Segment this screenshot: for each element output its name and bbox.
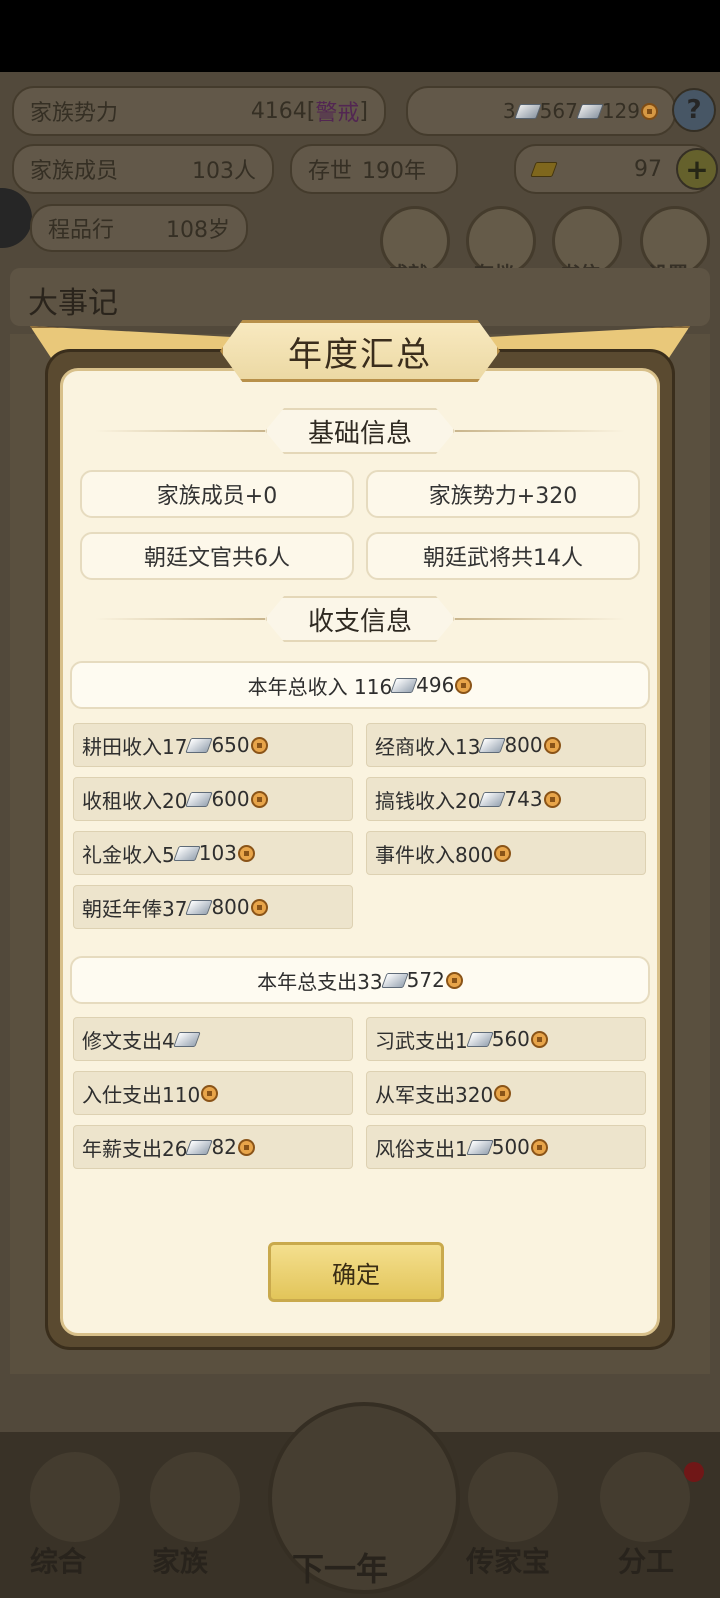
expense-total-coin: 572 (406, 968, 445, 992)
silver-ingot-icon (390, 677, 418, 693)
silver-ingot-icon (185, 899, 214, 915)
military-generals-count: 朝廷武将共14人 (366, 532, 640, 580)
coin-icon (237, 844, 255, 862)
coin-icon (250, 790, 268, 808)
rent-income-label: 收租收入20 (82, 788, 188, 813)
event-income: 事件收入800 (366, 831, 646, 875)
money-making-income-coin: 743 (504, 787, 543, 811)
coin-icon (445, 971, 463, 989)
officialdom-expense: 入仕支出110 (73, 1071, 353, 1115)
divider-right (455, 430, 625, 432)
silver-ingot-icon (466, 1031, 494, 1047)
gift-income-coin: 103 (198, 841, 237, 865)
finance-info-header: 收支信息 (95, 596, 625, 642)
gift-income: 礼金收入5 103 (73, 831, 353, 875)
confirm-button[interactable]: 确定 (268, 1242, 444, 1302)
farming-income-coin: 650 (211, 733, 250, 757)
custom-expense-coin: 500 (491, 1135, 530, 1159)
silver-ingot-icon (185, 737, 214, 753)
trade-income: 经商收入13 800 (366, 723, 646, 767)
silver-ingot-icon (478, 791, 507, 807)
expense-total: 本年总支出33 572 (70, 956, 650, 1004)
military-expense: 从军支出320 (366, 1071, 646, 1115)
civil-officials-count: 朝廷文官共6人 (80, 532, 354, 580)
custom-expense-label: 风俗支出1 (375, 1136, 468, 1161)
coin-icon (237, 1138, 255, 1156)
silver-ingot-icon (173, 845, 201, 861)
divider-right (455, 618, 625, 620)
money-making-income-label: 搞钱收入20 (375, 788, 481, 813)
basic-info-title: 基础信息 (265, 408, 455, 454)
rent-income-coin: 600 (211, 787, 250, 811)
gift-income-label: 礼金收入5 (82, 842, 175, 867)
farming-income-label: 耕田收入17 (82, 734, 188, 759)
martial-expense-coin: 560 (491, 1027, 530, 1051)
court-salary-income-coin: 800 (211, 895, 250, 919)
martial-expense: 习武支出1 560 (366, 1017, 646, 1061)
family-power-delta: 家族势力+320 (366, 470, 640, 518)
money-making-income: 搞钱收入20 743 (366, 777, 646, 821)
expense-total-label: 本年总支出33 (257, 969, 383, 994)
custom-expense: 风俗支出1 500 (366, 1125, 646, 1169)
coin-icon (543, 736, 561, 754)
coin-icon (530, 1030, 548, 1048)
trade-income-coin: 800 (504, 733, 543, 757)
salary-expense-label: 年薪支出26 (82, 1136, 188, 1161)
coin-icon (543, 790, 561, 808)
family-members-delta: 家族成员+0 (80, 470, 354, 518)
silver-ingot-icon (380, 972, 409, 988)
salary-expense-coin: 82 (211, 1135, 237, 1159)
coin-icon (494, 1084, 512, 1102)
coin-icon (250, 898, 268, 916)
coin-icon (455, 676, 473, 694)
silver-ingot-icon (466, 1139, 494, 1155)
rent-income: 收租收入20 600 (73, 777, 353, 821)
silver-ingot-icon (185, 791, 214, 807)
divider-left (95, 430, 265, 432)
martial-expense-label: 习武支出1 (375, 1028, 468, 1053)
officialdom-expense-label: 入仕支出110 (82, 1082, 201, 1107)
dialog-title-plate: 年度汇总 (220, 320, 500, 382)
coin-icon (494, 844, 512, 862)
coin-icon (250, 736, 268, 754)
finance-info-title: 收支信息 (265, 596, 455, 642)
income-total-label: 本年总收入 116 (247, 674, 393, 699)
salary-expense: 年薪支出26 82 (73, 1125, 353, 1169)
dialog-title: 年度汇总 (288, 334, 432, 375)
silver-ingot-icon (478, 737, 507, 753)
event-income-label: 事件收入800 (375, 842, 494, 867)
literary-expense: 修文支出4 (73, 1017, 353, 1061)
basic-info-header: 基础信息 (95, 408, 625, 454)
income-total-coin: 496 (416, 673, 455, 697)
farming-income: 耕田收入17 650 (73, 723, 353, 767)
coin-icon (201, 1084, 219, 1102)
military-expense-label: 从军支出320 (375, 1082, 494, 1107)
trade-income-label: 经商收入13 (375, 734, 481, 759)
silver-ingot-icon (173, 1031, 201, 1047)
coin-icon (530, 1138, 548, 1156)
court-salary-income: 朝廷年俸37 800 (73, 885, 353, 929)
silver-ingot-icon (185, 1139, 214, 1155)
literary-expense-label: 修文支出4 (82, 1028, 175, 1053)
divider-left (95, 618, 265, 620)
income-total: 本年总收入 116 496 (70, 661, 650, 709)
court-salary-income-label: 朝廷年俸37 (82, 896, 188, 921)
